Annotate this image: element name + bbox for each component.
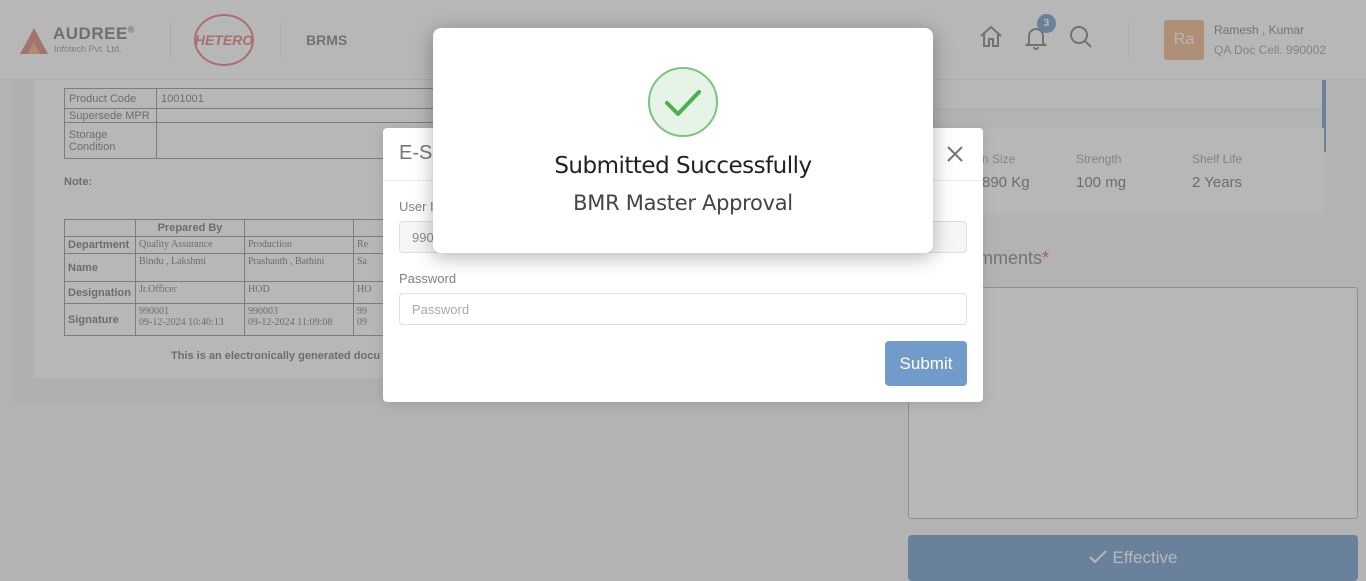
success-title: Submitted Successfully (554, 153, 812, 179)
success-dialog: Submitted Successfully BMR Master Approv… (433, 28, 933, 253)
success-check-icon (648, 67, 718, 137)
success-subtitle: BMR Master Approval (573, 191, 793, 215)
